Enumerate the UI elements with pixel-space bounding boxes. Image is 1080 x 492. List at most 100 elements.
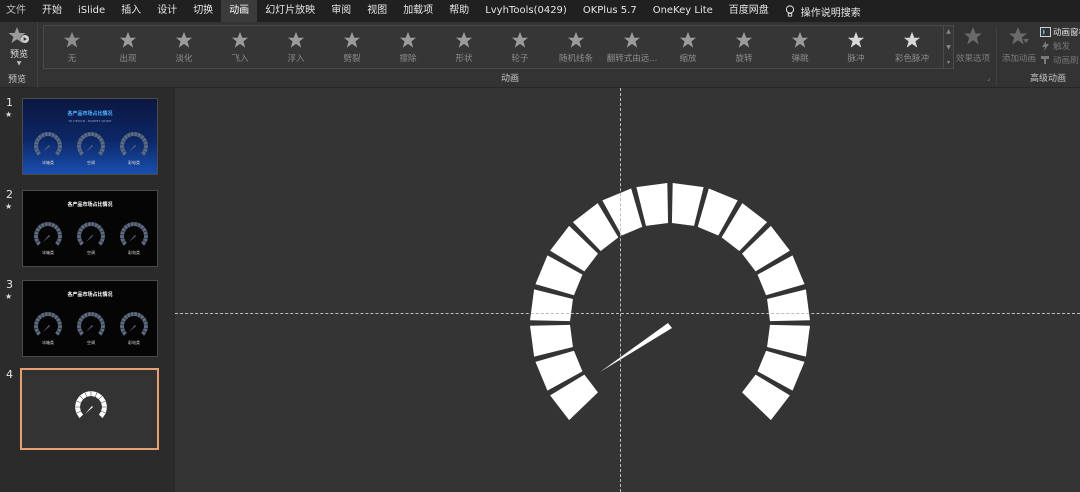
- wheel-star-icon: [511, 31, 529, 48]
- effect-fade[interactable]: 淡化: [156, 26, 212, 68]
- slideshow-tab[interactable]: 幻灯片放映: [257, 0, 323, 22]
- gauge-segment: [134, 132, 138, 137]
- gauge-segment: [34, 144, 39, 149]
- gauge-segment: [530, 289, 573, 322]
- insert-tab[interactable]: 插入: [113, 0, 149, 22]
- gauge-thumb: [34, 132, 62, 156]
- gauge-label: 空调: [87, 340, 95, 345]
- gauge-label: 彩电类: [128, 250, 140, 255]
- effect-fly-in[interactable]: 飞入: [212, 26, 268, 68]
- add-animation-star-icon: [1009, 27, 1029, 45]
- gauge-segment: [671, 183, 704, 226]
- effect-label: 形状: [455, 53, 473, 64]
- effect-bounce[interactable]: 弹跳: [772, 26, 828, 68]
- islide-tab[interactable]: iSlide: [70, 0, 113, 22]
- effect-random-bars[interactable]: 随机线条: [548, 26, 604, 68]
- transitions-tab[interactable]: 切换: [185, 0, 221, 22]
- gallery-more-icon[interactable]: ▾: [947, 59, 950, 66]
- speedometer-gauge[interactable]: [525, 183, 815, 428]
- effect-float-in[interactable]: 浮入: [268, 26, 324, 68]
- zoom-star-icon: [679, 31, 697, 48]
- gauge-segment: [143, 234, 148, 239]
- gauge-needle: [129, 325, 136, 332]
- animation-painter-button[interactable]: 动画刷: [1040, 53, 1080, 67]
- effect-label: 翻转式由远...: [606, 53, 658, 64]
- effect-pulse[interactable]: 脉冲: [828, 26, 884, 68]
- effect-none[interactable]: 无: [44, 26, 100, 68]
- trigger-button[interactable]: 触发: [1040, 39, 1080, 53]
- help-tab[interactable]: 帮助: [441, 0, 477, 22]
- animation-group-launcher-icon[interactable]: ⌟: [987, 74, 990, 82]
- view-tab[interactable]: 视图: [359, 0, 395, 22]
- effect-grow-turn[interactable]: 翻转式由远...: [604, 26, 660, 68]
- effect-zoom[interactable]: 缩放: [660, 26, 716, 68]
- slide-thumbnail-4[interactable]: 4: [0, 360, 174, 452]
- effect-color-pulse[interactable]: 彩色脉冲: [884, 26, 940, 68]
- gallery-down-icon[interactable]: ▼: [946, 44, 951, 51]
- effect-appear[interactable]: 出现: [100, 26, 156, 68]
- tell-me-search[interactable]: 操作说明搜索: [777, 0, 861, 22]
- preview-dropdown-icon[interactable]: ▼: [17, 60, 22, 67]
- slide-editing-canvas[interactable]: [175, 88, 1080, 492]
- none-star-icon: [63, 31, 81, 48]
- advanced-animation-group-label: 高级动画: [1030, 74, 1067, 84]
- animation-group-label: 动画: [501, 74, 520, 84]
- gauge-segment: [48, 312, 52, 317]
- gauge-segment: [77, 144, 82, 149]
- gauge-thumb: [77, 132, 105, 156]
- baidu-netdisk-tab[interactable]: 百度网盘: [721, 0, 777, 22]
- fly-in-star-icon: [231, 31, 249, 48]
- gauge-thumb: [34, 222, 62, 246]
- gauge-label: 冰箱类: [42, 250, 54, 255]
- file-tab[interactable]: 文件: [0, 0, 34, 22]
- effect-label: 缩放: [679, 53, 697, 64]
- lvyhtools-tab[interactable]: LvyhTools(0429): [477, 0, 575, 22]
- review-tab[interactable]: 审阅: [323, 0, 359, 22]
- gauge-segment: [34, 324, 39, 329]
- onekey-lite-tab[interactable]: OneKey Lite: [645, 0, 721, 22]
- ribbon-divider: [996, 26, 997, 86]
- preview-button[interactable]: 预览 ▼: [4, 26, 34, 68]
- animation-pane-label: 动画窗格: [1053, 28, 1080, 38]
- color-pulse-star-icon: [903, 31, 921, 48]
- effect-wipe[interactable]: 擦除: [380, 26, 436, 68]
- effect-swivel[interactable]: 旋转: [716, 26, 772, 68]
- effect-split[interactable]: 劈裂: [324, 26, 380, 68]
- gauge-segment: [77, 234, 82, 239]
- effect-label: 无: [67, 53, 77, 64]
- gauge-segment: [120, 144, 125, 149]
- gallery-scrollbar[interactable]: ▲ ▼ ▾: [943, 26, 953, 68]
- animation-star-icon: ★: [5, 292, 13, 301]
- advanced-animation-list: 动画窗格 触发 动画刷: [1040, 25, 1080, 67]
- gauge-segment: [44, 222, 48, 227]
- okplus-tab[interactable]: OKPlus 5.7: [575, 0, 645, 22]
- appear-star-icon: [119, 31, 137, 48]
- add-animation-button[interactable]: 添加动画: [1001, 26, 1037, 70]
- home-tab[interactable]: 开始: [34, 0, 70, 22]
- gauge-segment: [134, 312, 138, 317]
- effect-options-button[interactable]: 效果选项: [955, 26, 991, 70]
- effect-label: 出现: [119, 53, 137, 64]
- effect-shape[interactable]: 形状: [436, 26, 492, 68]
- gallery-up-icon[interactable]: ▲: [946, 28, 951, 35]
- animation-pane-button[interactable]: 动画窗格: [1040, 25, 1080, 39]
- split-star-icon: [343, 31, 361, 48]
- vertical-smart-guide: [620, 88, 621, 492]
- animations-tab[interactable]: 动画: [221, 0, 258, 22]
- slide-thumbnail-1[interactable]: 1 ★ 各产品市场占比情况 PX DESIGN · MARKET SHARE 冰…: [0, 88, 174, 180]
- slide-thumbnail-3[interactable]: 3 ★ 各产品市场占比情况 冰箱类 空调 彩电类: [0, 270, 174, 362]
- slide-preview: 各产品市场占比情况 冰箱类 空调 彩电类: [22, 280, 158, 357]
- gauge-segment: [636, 183, 669, 226]
- design-tab[interactable]: 设计: [149, 0, 185, 22]
- addins-tab[interactable]: 加载项: [395, 0, 441, 22]
- effect-label: 弹跳: [791, 53, 809, 64]
- animation-star-icon: ★: [5, 110, 13, 119]
- gauge-segment: [87, 132, 91, 137]
- slide-thumbnail-pane[interactable]: 1 ★ 各产品市场占比情况 PX DESIGN · MARKET SHARE 冰…: [0, 88, 174, 492]
- gauge-thumb: [34, 312, 62, 336]
- effect-wheel[interactable]: 轮子: [492, 26, 548, 68]
- slide-title: 各产品市场占比情况: [67, 292, 113, 298]
- slide-thumbnail-2[interactable]: 2 ★ 各产品市场占比情况 冰箱类 空调 彩电类: [0, 180, 174, 272]
- slide-preview-selected: [20, 368, 159, 450]
- gauge-segment: [100, 324, 105, 329]
